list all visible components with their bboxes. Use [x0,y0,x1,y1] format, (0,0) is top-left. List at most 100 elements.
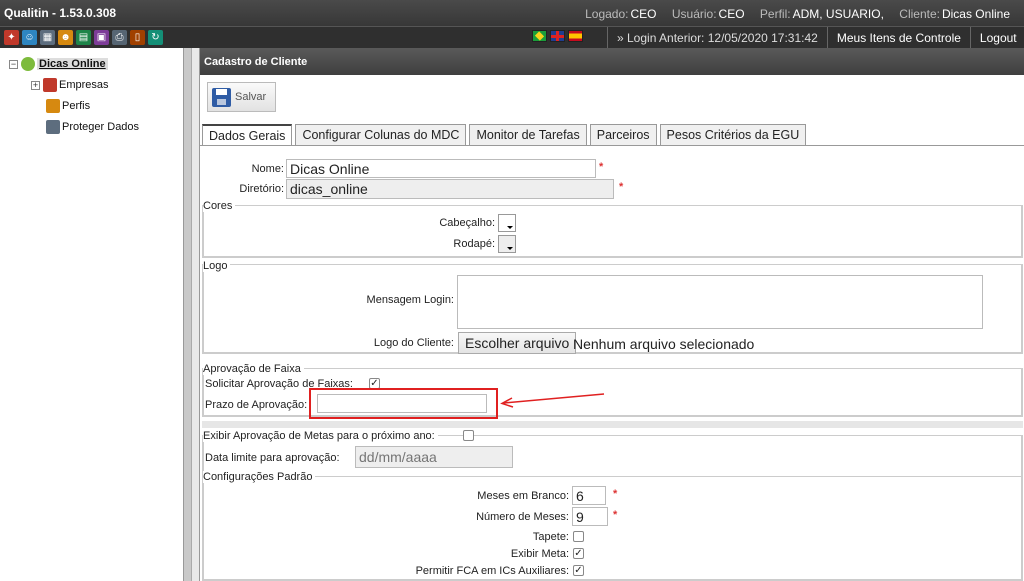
required-mark: * [599,161,604,173]
mensagem-login-label: Mensagem Login: [366,294,454,306]
client-form: Nome: * Diretório: * Cores Cabeçalho: Ro… [202,148,1024,581]
annotation-arrow [500,393,605,408]
calendar-icon[interactable]: ▦ [40,30,55,45]
rodape-label: Rodapé: [453,238,495,250]
choose-file-button[interactable]: Escolher arquivo [458,332,577,354]
sidebar-splitter[interactable] [183,48,191,581]
meses-branco-input[interactable] [572,486,606,505]
login-anterior: » Login Anterior: 12/05/2020 17:31:42 [617,31,818,45]
cliente-value: Dicas Online [941,7,1010,21]
print-icon[interactable]: ⎙ [112,30,127,45]
meses-branco-label: Meses em Branco: [477,490,569,502]
exibir-meta-checkbox[interactable]: ✓ [573,548,584,559]
nav-separator [607,27,608,49]
file-status: Nenhum arquivo selecionado [573,336,755,352]
logo-legend: Logo [203,260,231,272]
toolbar-row: ✦ ☺ ▦ ☻ ▤ ▣ ⎙ ▯ ↻ » Login Anterior: 12/0… [0,26,1024,49]
required-mark: * [619,181,624,193]
save-button[interactable]: Salvar [207,82,276,112]
cores-fieldset [202,205,1023,258]
sidebar-item-proteger-dados[interactable]: Proteger Dados [46,120,139,134]
tapete-label: Tapete: [532,531,569,543]
logo-cliente-label: Logo do Cliente: [373,337,454,349]
expand-icon[interactable]: + [31,80,40,90]
highlight-box [309,388,498,419]
tab-pesos-criterios[interactable]: Pesos Critérios da EGU [659,124,807,146]
session-info: Logado: CEO Usuário: CEO Perfil: ADM, USUAR… [573,7,1010,21]
report-icon[interactable]: ▣ [94,30,109,45]
chart-icon[interactable]: ▤ [76,30,91,45]
section-separator [202,421,1023,428]
users-icon[interactable]: ☺ [22,30,37,45]
logado-label: Logado: [585,7,629,21]
tab-bar: Dados Gerais Configurar Colunas do MDC M… [202,124,807,146]
tree-root-item[interactable]: − Dicas Online [9,57,108,71]
nav-separator [826,27,828,49]
meus-itens-link[interactable]: Meus Itens de Controle [837,31,961,45]
diretorio-label: Diretório: [239,183,284,195]
nome-input[interactable] [286,159,596,178]
nome-label: Nome: [251,163,284,175]
toolbar-icons: ✦ ☺ ▦ ☻ ▤ ▣ ⎙ ▯ ↻ [4,30,163,45]
cores-legend: Cores [203,200,236,212]
refresh-icon[interactable]: ↻ [148,30,163,45]
sidebar-tree: − Dicas Online + Empresas Perfis Protege… [0,48,192,581]
exibir-meta-label: Exibir Meta: [510,548,569,560]
tools-icon[interactable]: ✦ [4,30,19,45]
required-mark: * [613,488,618,500]
sidebar-item-label: Proteger Dados [62,121,140,133]
sidebar-item-label: Empresas [59,79,109,91]
perfil-value: ADM, USUARIO, [792,7,884,21]
exibir-metas-checkbox[interactable] [463,430,474,441]
sidebar-item-label: Perfis [62,100,91,112]
uk-flag-icon[interactable] [550,30,565,42]
people-icon [46,99,60,113]
logado-value: CEO [630,7,657,21]
people-icon[interactable]: ☻ [58,30,73,45]
numero-meses-input[interactable] [572,507,608,526]
usuario-value: CEO [718,7,745,21]
permitir-fca-checkbox[interactable]: ✓ [573,565,584,576]
usuario-label: Usuário: [671,7,717,21]
panel-title: Cadastro de Cliente [200,48,1024,75]
sidebar-item-perfis[interactable]: Perfis [46,99,90,113]
data-limite-input[interactable] [355,446,513,468]
tab-parceiros[interactable]: Parceiros [589,124,657,146]
cabecalho-color-picker[interactable] [498,214,516,232]
cabecalho-label: Cabeçalho: [439,217,495,229]
top-nav: » Login Anterior: 12/05/2020 17:31:42 Me… [598,27,1017,49]
tree-root-label: Dicas Online [37,58,108,70]
title-row: Qualitin - 1.53.0.308 Logado: CEO Usuário… [0,0,1024,26]
prazo-aprovacao-label: Prazo de Aprovação: [205,399,308,411]
collapse-icon[interactable]: − [9,59,18,69]
calendar-icon [46,120,60,134]
diretorio-input[interactable] [286,179,614,199]
numero-meses-label: Número de Meses: [476,511,569,523]
tab-configurar-colunas[interactable]: Configurar Colunas do MDC [295,124,467,146]
config-legend: Configurações Padrão [203,471,316,483]
spain-flag-icon[interactable] [568,30,583,42]
tab-dados-gerais[interactable]: Dados Gerais [202,124,293,146]
save-label: Salvar [235,91,267,103]
perfil-label: Perfil: [759,7,791,21]
save-icon [212,87,231,107]
language-flags [532,30,583,42]
top-bar: Qualitin - 1.53.0.308 Logado: CEO Usuário… [0,0,1024,49]
logout-link[interactable]: Logout [980,31,1017,45]
tab-monitor-tarefas[interactable]: Monitor de Tarefas [469,124,587,146]
sidebar-item-empresas[interactable]: + Empresas [31,78,109,92]
tab-divider [200,145,1024,146]
main-panel: Cadastro de Cliente Salvar Dados Gerais … [199,48,1024,581]
tools-icon [43,78,57,92]
tapete-checkbox[interactable] [573,531,584,542]
mensagem-login-textarea[interactable] [457,275,983,329]
client-icon [21,57,35,71]
rodape-color-picker[interactable] [498,235,516,253]
cliente-label: Cliente: [899,7,940,21]
brazil-flag-icon[interactable] [532,30,547,42]
book-icon[interactable]: ▯ [130,30,145,45]
required-mark: * [613,509,618,521]
exibir-metas-label: Exibir Aprovação de Metas para o próximo… [203,430,438,442]
nav-separator [969,27,971,49]
app-title: Qualitin - 1.53.0.308 [4,6,117,20]
